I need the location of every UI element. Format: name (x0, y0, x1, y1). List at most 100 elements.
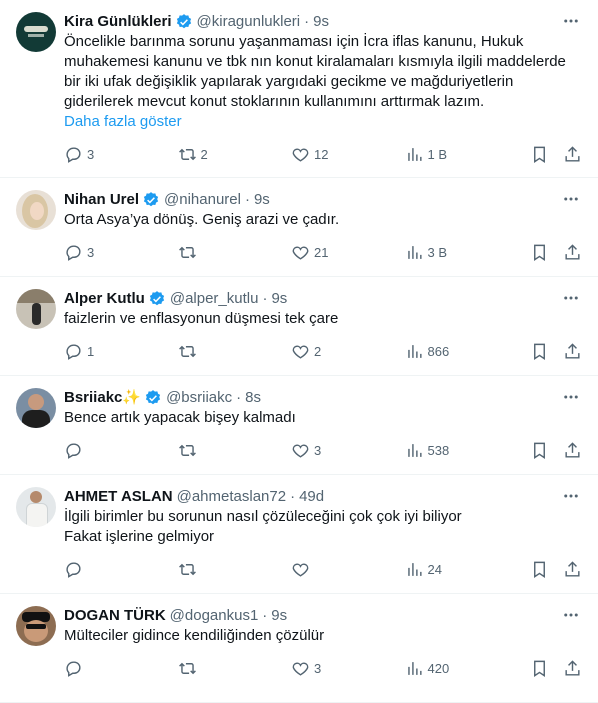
bookmark-button[interactable] (530, 441, 549, 460)
reply-button[interactable] (64, 659, 124, 678)
bookmark-button[interactable] (530, 145, 549, 164)
bookmark-icon (534, 146, 545, 163)
more-icon[interactable] (560, 188, 582, 210)
timestamp[interactable]: 9s (271, 606, 287, 626)
heart-icon (292, 345, 309, 359)
timestamp[interactable]: 9s (313, 12, 329, 32)
reply-icon (66, 343, 81, 360)
display-name[interactable]: Bsriiakc✨ (64, 388, 141, 408)
heart-icon (292, 246, 309, 260)
user-handle[interactable]: @alper_kutlu (170, 289, 259, 309)
repost-icon (178, 444, 196, 456)
share-button[interactable] (563, 342, 582, 361)
timestamp[interactable]: 8s (245, 388, 261, 408)
share-icon (565, 441, 580, 458)
bookmark-icon (534, 343, 545, 360)
like-button[interactable]: 3 (291, 441, 351, 460)
share-button[interactable] (563, 659, 582, 678)
display-name[interactable]: Alper Kutlu (64, 289, 145, 309)
avatar[interactable] (16, 289, 56, 329)
like-button[interactable] (291, 560, 351, 579)
heart-icon (292, 662, 309, 676)
user-handle[interactable]: @bsriiakc (166, 388, 232, 408)
tweet[interactable]: Kira Günlükleri @kiragunlukleri · 9s Önc… (0, 0, 598, 178)
reply-button[interactable]: 1 (64, 342, 124, 361)
repost-button[interactable] (178, 441, 238, 460)
repost-icon (178, 246, 196, 258)
tweet[interactable]: Alper Kutlu @alper_kutlu · 9s faizlerin … (0, 277, 598, 376)
reply-button[interactable] (64, 560, 124, 579)
views-icon (407, 147, 422, 161)
reply-button[interactable] (64, 441, 124, 460)
more-icon[interactable] (560, 10, 582, 32)
avatar[interactable] (16, 606, 56, 646)
like-button[interactable]: 2 (291, 342, 351, 361)
views-button[interactable]: 1 B (405, 145, 477, 164)
user-handle[interactable]: @kiragunlukleri (197, 12, 301, 32)
views-button[interactable]: 420 (405, 659, 477, 678)
show-more-link[interactable]: Daha fazla göster (64, 112, 582, 132)
tweet-feed: Kira Günlükleri @kiragunlukleri · 9s Önc… (0, 0, 598, 703)
tweet[interactable]: AHMET ASLAN @ahmetaslan72 · 49d İlgili b… (0, 475, 598, 594)
views-icon (407, 443, 422, 457)
tweet[interactable]: DOGAN TÜRK @dogankus1 · 9s Mülteciler gi… (0, 594, 598, 703)
tweet[interactable]: Nihan Urel @nihanurel · 9s Orta Asya’ya … (0, 178, 598, 277)
repost-button[interactable] (178, 560, 238, 579)
views-button[interactable]: 24 (405, 560, 477, 579)
tweet-header: Kira Günlükleri @kiragunlukleri · 9s (64, 12, 582, 32)
tweet[interactable]: Bsriiakc✨ @bsriiakc · 8s Bence artık yap… (0, 376, 598, 475)
views-button[interactable]: 538 (405, 441, 477, 460)
display-name[interactable]: Nihan Urel (64, 190, 139, 210)
user-handle[interactable]: @nihanurel (164, 190, 241, 210)
avatar[interactable] (16, 388, 56, 428)
heart-icon (292, 148, 309, 162)
share-button[interactable] (563, 243, 582, 262)
more-icon[interactable] (560, 604, 582, 626)
repost-button[interactable] (178, 659, 238, 678)
bookmark-button[interactable] (530, 659, 549, 678)
repost-icon (178, 148, 196, 160)
reply-button[interactable]: 3 (64, 145, 124, 164)
tweet-text: İlgili birimler bu sorunun nasıl çözülec… (64, 508, 462, 545)
views-button[interactable]: 866 (405, 342, 477, 361)
avatar[interactable] (16, 190, 56, 230)
bookmark-icon (534, 660, 545, 677)
display-name[interactable]: AHMET ASLAN (64, 487, 173, 507)
bookmark-button[interactable] (530, 243, 549, 262)
reply-button[interactable]: 3 (64, 243, 124, 262)
user-handle[interactable]: @dogankus1 (170, 606, 259, 626)
avatar[interactable] (16, 12, 56, 52)
views-icon (407, 661, 422, 675)
tweet-text: Bence artık yapacak bişey kalmadı (64, 409, 296, 426)
like-button[interactable]: 3 (291, 659, 351, 678)
share-button[interactable] (563, 145, 582, 164)
bookmark-icon (534, 561, 545, 578)
timestamp[interactable]: 9s (271, 289, 287, 309)
separator-dot: · (304, 13, 310, 30)
more-icon[interactable] (560, 386, 582, 408)
more-icon[interactable] (560, 485, 582, 507)
share-button[interactable] (563, 560, 582, 579)
timestamp[interactable]: 49d (299, 487, 324, 507)
repost-button[interactable]: 2 (178, 145, 238, 164)
tweet-actions: 3 21 3 B (64, 242, 582, 262)
bookmark-button[interactable] (530, 560, 549, 579)
tweet-header: Nihan Urel @nihanurel · 9s (64, 190, 582, 210)
verified-badge-icon (149, 291, 164, 306)
bookmark-button[interactable] (530, 342, 549, 361)
views-button[interactable]: 3 B (405, 243, 477, 262)
views-icon (407, 562, 422, 576)
like-button[interactable]: 12 (291, 145, 351, 164)
like-button[interactable]: 21 (291, 243, 351, 262)
share-button[interactable] (563, 441, 582, 460)
display-name[interactable]: Kira Günlükleri (64, 12, 172, 32)
verified-badge-icon (176, 14, 191, 29)
user-handle[interactable]: @ahmetaslan72 (177, 487, 286, 507)
repost-icon (178, 662, 196, 674)
timestamp[interactable]: 9s (254, 190, 270, 210)
display-name[interactable]: DOGAN TÜRK (64, 606, 166, 626)
repost-button[interactable] (178, 342, 238, 361)
repost-button[interactable] (178, 243, 238, 262)
avatar[interactable] (16, 487, 56, 527)
more-icon[interactable] (560, 287, 582, 309)
